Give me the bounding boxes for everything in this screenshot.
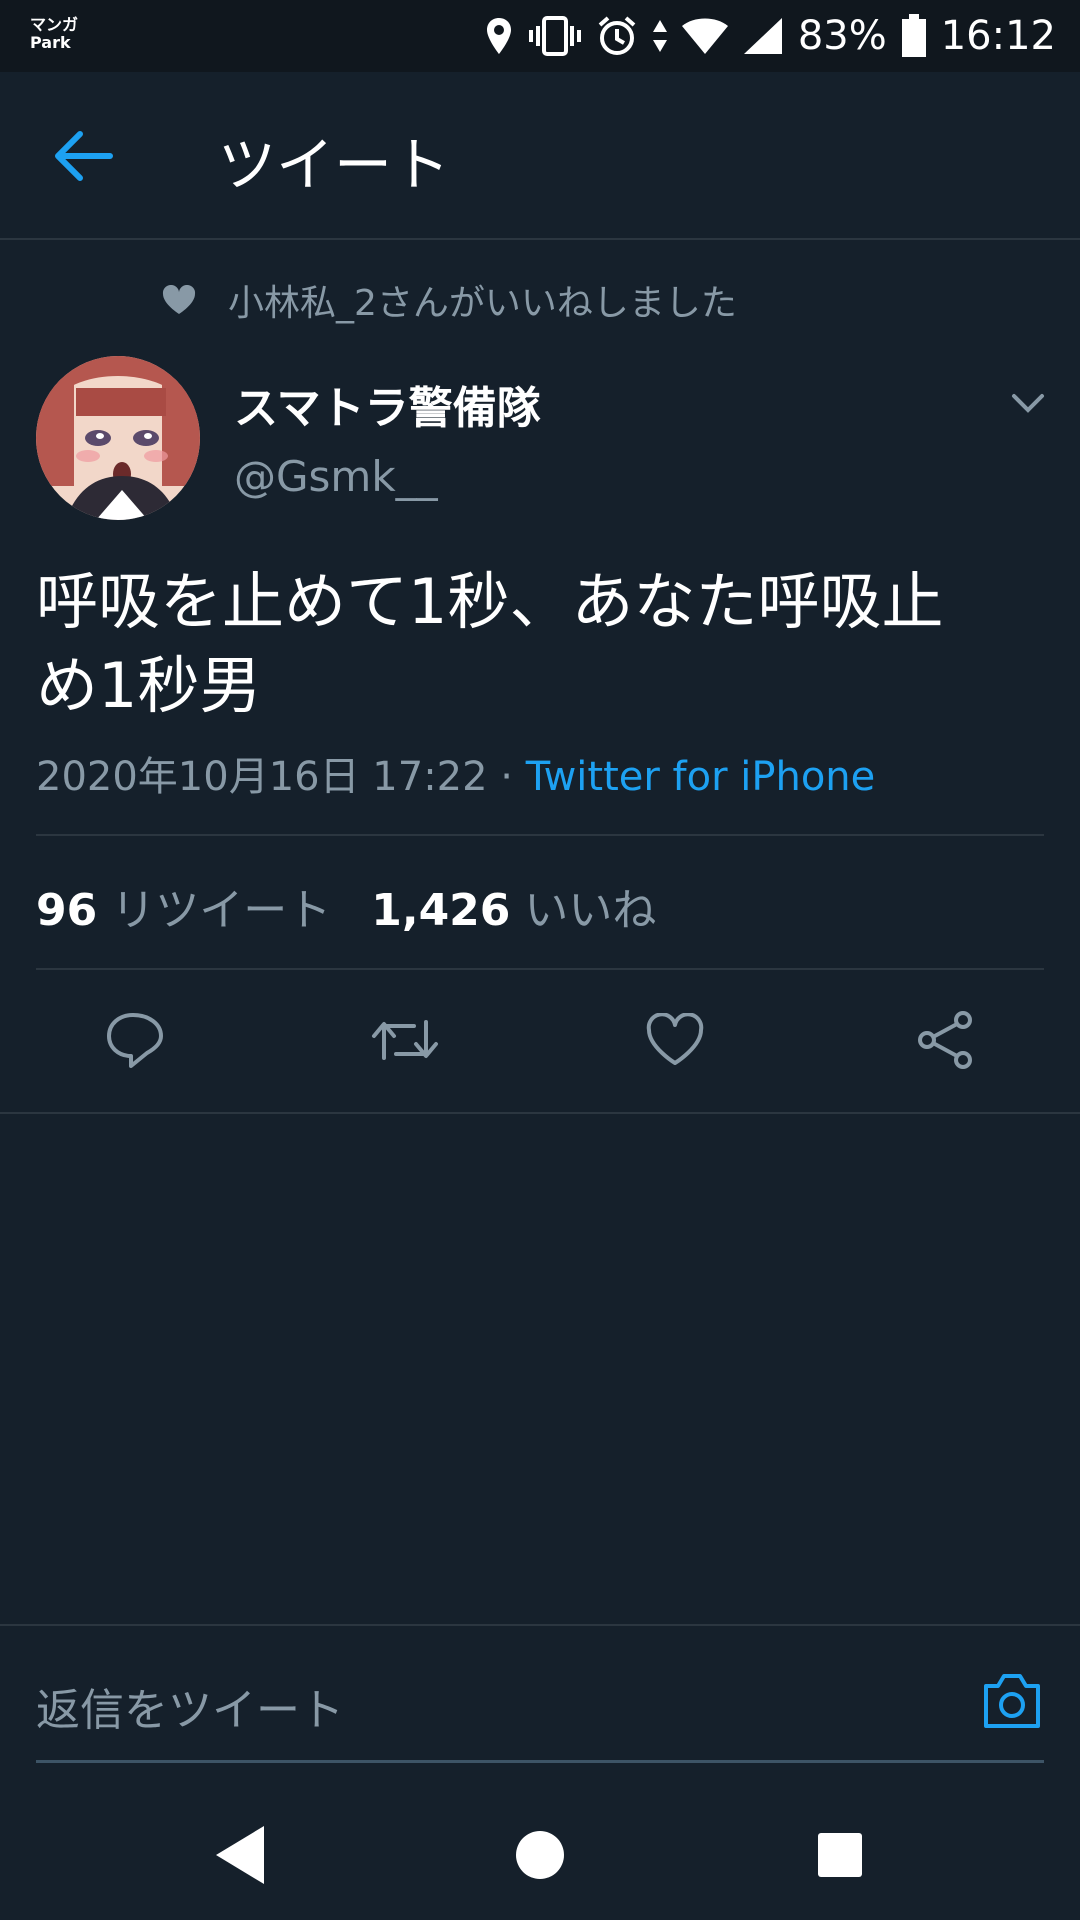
reply-icon <box>107 1013 163 1068</box>
retweet-icon <box>372 1020 438 1060</box>
nav-back-button[interactable] <box>205 1820 275 1890</box>
back-arrow-icon <box>55 131 113 181</box>
nav-back-icon <box>216 1826 264 1884</box>
tweet-stats: 96 リツイート 1,426 いいね <box>36 874 656 938</box>
like-button[interactable] <box>635 1000 715 1080</box>
system-nav-bar <box>0 1790 1080 1920</box>
user-handle[interactable]: @Gsmk__ <box>234 452 438 501</box>
display-name[interactable]: スマトラ警備隊 <box>234 372 541 436</box>
status-bar: マンガ Park 83% 16:12 <box>0 0 1080 72</box>
nav-home-icon <box>516 1831 564 1879</box>
wifi-icon <box>681 16 728 56</box>
data-arrows-icon <box>652 16 668 56</box>
reply-button[interactable] <box>95 1000 175 1080</box>
back-button[interactable] <box>50 128 116 184</box>
chevron-down-icon <box>1012 394 1044 413</box>
like-count: 1,426 <box>371 885 511 936</box>
heart-icon <box>646 1013 704 1065</box>
app-logo-line2: Park <box>30 33 71 52</box>
share-icon <box>918 1011 972 1069</box>
page-title: ツイート <box>218 131 451 199</box>
share-button[interactable] <box>905 1000 985 1080</box>
retweet-label: リツイート <box>111 885 332 936</box>
meta-separator: · <box>487 754 526 800</box>
reply-input[interactable]: 返信をツイート <box>36 1636 1044 1763</box>
divider <box>36 968 1044 970</box>
tweet-text: 呼吸を止めて1秒、あなた呼吸止 め1秒男 <box>36 560 1046 728</box>
nav-recents-icon <box>818 1833 862 1877</box>
likes-stat[interactable]: 1,426 いいね <box>371 885 656 936</box>
timestamp: 2020年10月16日 17:22 <box>36 754 488 800</box>
app-logo-line1: マンガ <box>30 15 79 34</box>
source-link[interactable]: Twitter for iPhone <box>526 754 876 800</box>
app-bar: ツイート <box>0 72 1080 240</box>
location-icon <box>484 16 514 56</box>
vibrate-icon <box>528 16 582 56</box>
nav-home-button[interactable] <box>505 1820 575 1890</box>
signal-icon <box>742 16 784 56</box>
section-divider <box>0 1112 1080 1114</box>
retweets-stat[interactable]: 96 リツイート <box>36 885 331 936</box>
reply-divider <box>0 1624 1080 1626</box>
reply-placeholder: 返信をツイート <box>36 1685 344 1736</box>
alarm-icon <box>596 15 638 57</box>
tweet-text-line1: 呼吸を止めて1秒、あなた呼吸止 <box>36 565 944 638</box>
retweet-button[interactable] <box>365 1000 445 1080</box>
battery-icon <box>901 14 927 58</box>
heart-filled-icon <box>162 285 196 314</box>
nav-recents-button[interactable] <box>805 1820 875 1890</box>
social-context[interactable]: 小林私_2さんがいいねしました <box>162 274 737 326</box>
tweet-actions <box>0 1000 1080 1088</box>
camera-button[interactable] <box>980 1670 1044 1732</box>
tweet-text-line2: め1秒男 <box>36 649 262 722</box>
camera-icon <box>984 1674 1040 1728</box>
liked-by-text: 小林私_2さんがいいねしました <box>228 283 737 324</box>
avatar[interactable] <box>36 356 200 520</box>
clock: 16:12 <box>940 13 1056 59</box>
like-label: いいね <box>524 885 657 936</box>
retweet-count: 96 <box>36 885 98 936</box>
app-logo: マンガ Park <box>30 16 78 52</box>
divider <box>36 834 1044 836</box>
more-options-button[interactable] <box>1010 388 1046 418</box>
tweet-meta: 2020年10月16日 17:22 · Twitter for iPhone <box>36 744 875 802</box>
battery-percent: 83% <box>797 13 887 59</box>
